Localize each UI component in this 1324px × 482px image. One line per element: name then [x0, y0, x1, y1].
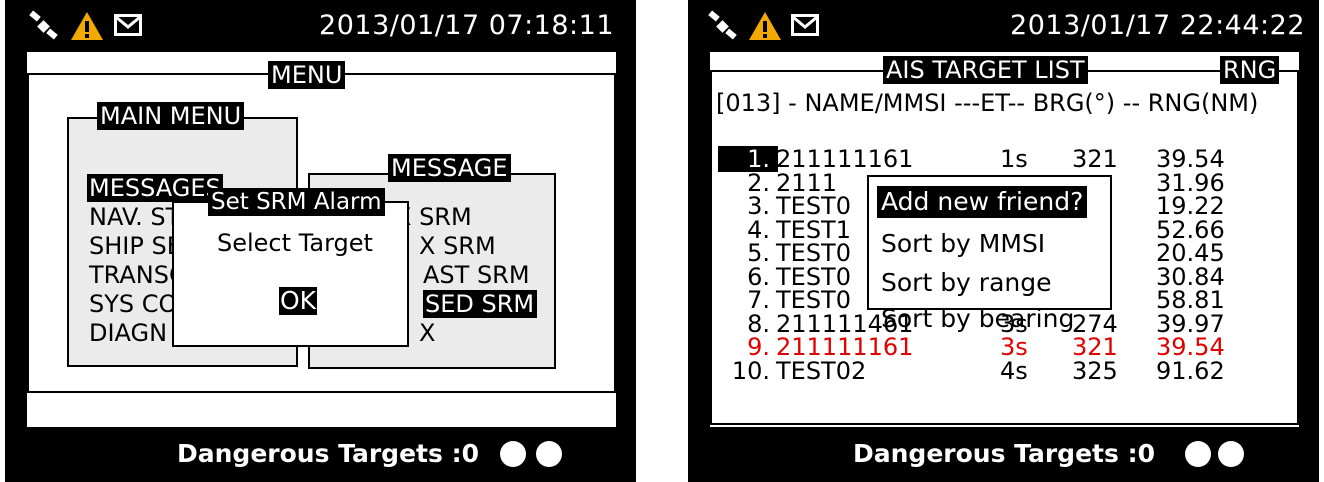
- warning-icon: [70, 10, 104, 46]
- message-item-2[interactable]: X SRM: [419, 232, 496, 260]
- popup-sort-mmsi[interactable]: Sort by MMSI: [881, 228, 1045, 260]
- dialog-message: Select Target: [217, 229, 373, 257]
- left-screen: 2013/01/17 07:18:11 MENU MAIN MENU MESSA…: [5, 0, 636, 482]
- menu-item-sys-config[interactable]: SYS CO: [89, 290, 177, 318]
- cell-brg: 325: [1072, 356, 1118, 385]
- message-menu-title: MESSAGE: [388, 154, 511, 182]
- right-screen: 2013/01/17 22:44:22 AIS TARGET LIST RNG …: [688, 0, 1319, 482]
- dangerous-targets: Dangerous Targets :0: [853, 439, 1155, 468]
- satellite-icon: [27, 10, 61, 48]
- indicator-dot-1: [500, 441, 526, 467]
- ais-list-title: AIS TARGET LIST: [883, 56, 1088, 84]
- column-header: [013] - NAME/MMSI ---ET-- BRG(°) -- RNG(…: [716, 89, 1259, 117]
- cell-rng: 91.62: [1156, 356, 1225, 385]
- dangerous-targets: Dangerous Targets :0: [177, 439, 479, 468]
- popup-add-friend[interactable]: Add new friend?: [877, 186, 1088, 218]
- message-item-5[interactable]: X: [419, 319, 435, 347]
- menu-item-messages[interactable]: MESSAGES: [87, 174, 223, 202]
- menu-title: MENU: [268, 61, 346, 89]
- popup-sort-bearing[interactable]: Sort by bearing: [881, 303, 1074, 335]
- status-bar: 2013/01/17 07:18:11: [5, 0, 636, 50]
- ais-target-panel: AIS TARGET LIST RNG [013] - NAME/MMSI --…: [710, 52, 1299, 427]
- indicator-dot-2: [536, 441, 562, 467]
- cell-num: 10.: [731, 356, 770, 385]
- menu-item-ship-settings[interactable]: SHIP SE: [89, 232, 182, 260]
- message-item-3[interactable]: AST SRM: [423, 261, 530, 289]
- srm-alarm-dialog: [172, 201, 409, 347]
- dialog-title: Set SRM Alarm: [208, 188, 385, 216]
- popup-sort-range[interactable]: Sort by range: [881, 267, 1052, 299]
- cell-et: 4s: [1000, 356, 1028, 385]
- satellite-icon: [706, 10, 740, 48]
- context-popup: Add new friend? Sort by MMSI Sort by ran…: [867, 175, 1112, 333]
- sort-label: RNG: [1220, 56, 1280, 84]
- message-item-4[interactable]: SED SRM: [423, 290, 537, 318]
- main-menu-title: MAIN MENU: [97, 102, 245, 130]
- envelope-icon: [791, 14, 819, 40]
- indicator-dot-2: [1218, 441, 1244, 467]
- warning-icon: [748, 10, 782, 46]
- bottom-bar: Dangerous Targets :0: [688, 427, 1319, 482]
- cell-name: TEST02: [776, 356, 867, 385]
- ok-button[interactable]: OK: [279, 287, 318, 315]
- table-row[interactable]: 10. TEST02 4s 325 91.62: [710, 356, 1299, 385]
- datetime: 2013/01/17 07:18:11: [319, 10, 614, 41]
- menu-item-diagnostics[interactable]: DIAGN: [89, 319, 167, 347]
- menu-panel: MENU MAIN MENU MESSAGES NAV. STAT SHIP S…: [27, 52, 616, 427]
- bottom-bar: Dangerous Targets :0: [5, 427, 636, 482]
- envelope-icon: [114, 14, 142, 40]
- indicator-dot-1: [1185, 441, 1211, 467]
- status-bar: 2013/01/17 22:44:22: [688, 0, 1319, 50]
- datetime: 2013/01/17 22:44:22: [1010, 10, 1305, 41]
